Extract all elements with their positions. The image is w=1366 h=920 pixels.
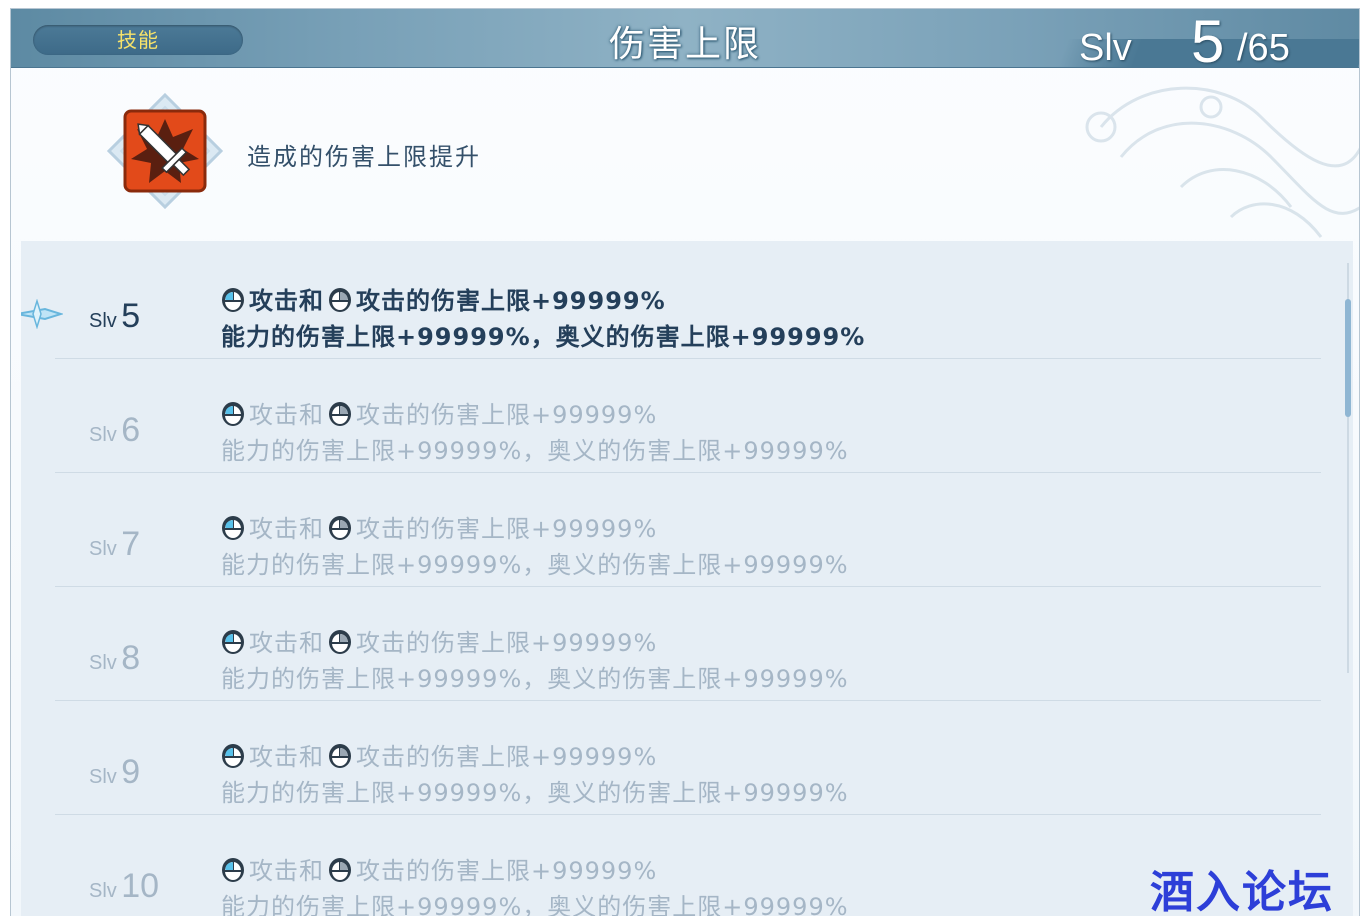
level-row[interactable]: Slv 5 攻击和 攻击的伤害上限+99999% 能力的伤害上限+99999%，奥… bbox=[21, 245, 1321, 359]
level-number: Slv 9 bbox=[89, 753, 141, 791]
right-click-icon bbox=[329, 288, 351, 312]
right-click-icon bbox=[329, 402, 351, 426]
level-row[interactable]: Slv 8 攻击和 攻击的伤害上限+99999% 能力的伤害上限+99999%，奥… bbox=[21, 587, 1321, 701]
level-effect-line2: 能力的伤害上限+99999%，奥义的伤害上限+99999% bbox=[221, 323, 866, 351]
left-click-icon bbox=[222, 744, 244, 768]
level-effect-line1: 攻击和 攻击的伤害上限+99999% bbox=[221, 395, 657, 430]
right-click-icon bbox=[329, 858, 351, 882]
level-row[interactable]: Slv 6 攻击和 攻击的伤害上限+99999% 能力的伤害上限+99999%，奥… bbox=[21, 359, 1321, 473]
right-click-icon bbox=[329, 516, 351, 540]
ornament-decoration bbox=[1085, 86, 1359, 238]
level-number: Slv 7 bbox=[89, 525, 141, 563]
level-effect-line2: 能力的伤害上限+99999%，奥义的伤害上限+99999% bbox=[221, 437, 849, 465]
level-effect-line1: 攻击和 攻击的伤害上限+99999% bbox=[221, 509, 657, 544]
left-click-icon bbox=[222, 288, 244, 312]
left-click-icon bbox=[222, 402, 244, 426]
level-number: Slv 10 bbox=[89, 867, 160, 905]
level-effect-line2: 能力的伤害上限+99999%，奥义的伤害上限+99999% bbox=[221, 779, 849, 807]
level-effect-line1: 攻击和 攻击的伤害上限+99999% bbox=[221, 281, 666, 316]
left-click-icon bbox=[222, 630, 244, 654]
skill-panel: 技能 伤害上限 Slv 5 /65 造成的伤害上限提升 Slv 5 攻击和 攻击… bbox=[10, 8, 1360, 916]
level-row[interactable]: Slv 10 攻击和 攻击的伤害上限+99999% 能力的伤害上限+99999%，… bbox=[21, 815, 1321, 916]
level-max: /65 bbox=[1237, 27, 1290, 69]
level-current: 5 bbox=[1191, 8, 1225, 75]
right-click-icon bbox=[329, 744, 351, 768]
level-effect-line2: 能力的伤害上限+99999%，奥义的伤害上限+99999% bbox=[221, 665, 849, 693]
left-click-icon bbox=[222, 516, 244, 540]
panel-header: 技能 伤害上限 Slv 5 /65 bbox=[11, 9, 1359, 75]
watermark: 酒入论坛 bbox=[1150, 867, 1334, 918]
level-label: Slv bbox=[1079, 27, 1132, 69]
level-effect-line1: 攻击和 攻击的伤害上限+99999% bbox=[221, 623, 657, 658]
level-row[interactable]: Slv 7 攻击和 攻击的伤害上限+99999% 能力的伤害上限+99999%，奥… bbox=[21, 473, 1321, 587]
scrollbar-thumb[interactable] bbox=[1345, 299, 1351, 417]
level-number: Slv 8 bbox=[89, 639, 141, 677]
skill-description: 造成的伤害上限提升 bbox=[247, 143, 481, 171]
right-click-icon bbox=[329, 630, 351, 654]
level-number: Slv 5 bbox=[89, 297, 141, 335]
level-effect-line2: 能力的伤害上限+99999%，奥义的伤害上限+99999% bbox=[221, 551, 849, 579]
left-click-icon bbox=[222, 858, 244, 882]
scrollbar[interactable] bbox=[1345, 263, 1351, 673]
level-number: Slv 6 bbox=[89, 411, 141, 449]
skill-icon bbox=[106, 92, 224, 210]
level-effect-line1: 攻击和 攻击的伤害上限+99999% bbox=[221, 737, 657, 772]
selected-marker-icon bbox=[21, 299, 63, 329]
level-effect-line1: 攻击和 攻击的伤害上限+99999% bbox=[221, 851, 657, 886]
level-row[interactable]: Slv 9 攻击和 攻击的伤害上限+99999% 能力的伤害上限+99999%，奥… bbox=[21, 701, 1321, 815]
level-list[interactable]: Slv 5 攻击和 攻击的伤害上限+99999% 能力的伤害上限+99999%，奥… bbox=[21, 241, 1353, 916]
level-effect-line2: 能力的伤害上限+99999%，奥义的伤害上限+99999% bbox=[221, 893, 849, 916]
